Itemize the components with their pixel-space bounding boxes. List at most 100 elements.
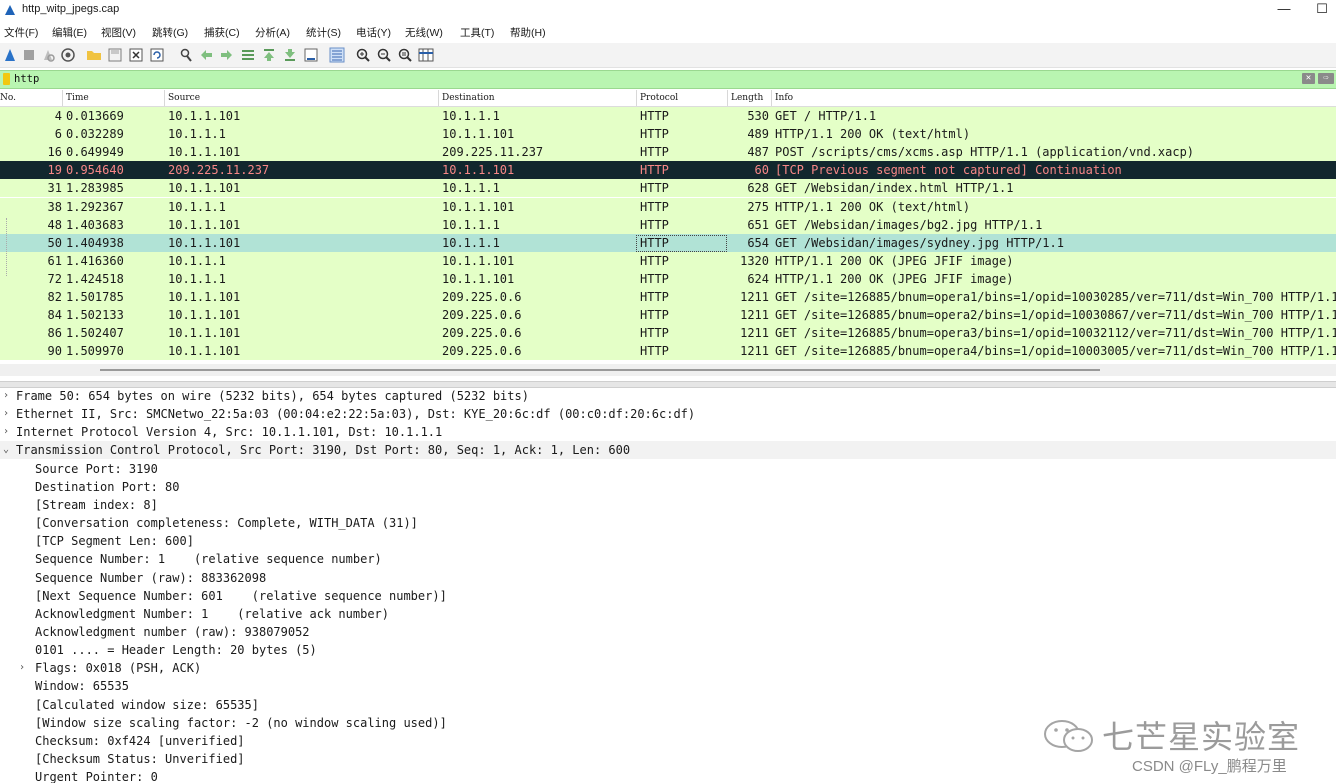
column-header-destination[interactable]: Destination — [442, 93, 495, 105]
packet-row[interactable]: 82 1.501785 10.1.1.101 209.225.0.6 HTTP 1211 G… — [0, 288, 1336, 306]
packet-cell-dst: 209.225.0.6 — [442, 290, 522, 304]
tcp-field-row[interactable]: › Flags: 0x018 (PSH, ACK) — [0, 659, 1336, 677]
packet-cell-len: 60 — [754, 163, 769, 178]
reload-file-icon[interactable] — [149, 47, 165, 63]
save-file-icon[interactable] — [107, 47, 123, 63]
packet-cell-time: 1.403683 — [66, 217, 124, 232]
menu-item[interactable]: 编辑(E) — [52, 25, 87, 40]
column-header-source[interactable]: Source — [168, 93, 200, 105]
column-separator[interactable] — [727, 90, 728, 106]
tcp-field-label: [Checksum Status: Unverified] — [35, 752, 245, 766]
normal-size-icon[interactable] — [397, 47, 413, 63]
window-title: http_witp_jpegs.cap — [22, 3, 120, 15]
menu-item[interactable]: 统计(S) — [306, 25, 341, 40]
packet-row[interactable]: 19 0.954640 209.225.11.237 10.1.1.101 HTTP 60… — [0, 161, 1336, 180]
go-to-packet-icon[interactable] — [240, 47, 256, 63]
menu-item[interactable]: 电话(Y) — [356, 25, 391, 40]
go-first-packet-icon[interactable] — [261, 47, 277, 63]
packet-row[interactable]: 50 1.404938 10.1.1.101 10.1.1.1 HTTP 654 GET /… — [0, 233, 1336, 252]
packet-row[interactable]: 6 0.032289 10.1.1.1 10.1.1.101 HTTP 489 HTTP/1… — [0, 125, 1336, 144]
menu-item[interactable]: 分析(A) — [255, 25, 290, 40]
scrollbar-thumb[interactable] — [100, 369, 1100, 371]
packet-cell-src: 10.1.1.101 — [168, 217, 241, 232]
auto-scroll-icon[interactable] — [303, 47, 319, 63]
expand-arrow-icon[interactable]: › — [17, 659, 27, 677]
packet-row[interactable]: 16 0.649949 10.1.1.101 209.225.11.237 HTTP 48… — [0, 143, 1336, 162]
find-packet-icon[interactable] — [178, 47, 194, 63]
menu-item[interactable]: 帮助(H) — [510, 25, 546, 40]
menu-item[interactable]: 文件(F) — [4, 25, 38, 40]
expand-arrow-icon[interactable]: › — [1, 423, 11, 441]
open-file-icon[interactable] — [86, 47, 102, 63]
zoom-out-icon[interactable] — [376, 47, 392, 63]
resize-columns-icon[interactable] — [418, 47, 434, 63]
packet-cell-info: GET /Websidan/images/bg2.jpg HTTP/1.1 — [775, 217, 1043, 232]
go-forward-icon[interactable] — [219, 47, 235, 63]
display-filter-input[interactable] — [14, 71, 1294, 87]
menu-item[interactable]: 跳转(G) — [152, 25, 188, 40]
tcp-field-row[interactable]: Source Port: 3190 — [0, 460, 1336, 478]
packet-row[interactable]: 4 0.013669 10.1.1.101 10.1.1.1 HTTP 530 GET / … — [0, 107, 1336, 125]
packet-cell-src: 10.1.1.101 — [168, 181, 241, 196]
column-separator[interactable] — [438, 90, 439, 106]
tcp-field-row[interactable]: [Calculated window size: 65535] — [0, 696, 1336, 714]
packet-row[interactable]: 48 1.403683 10.1.1.101 10.1.1.1 HTTP 651 GET /… — [0, 215, 1336, 234]
colorize-icon[interactable] — [329, 47, 345, 63]
restart-capture-icon[interactable] — [40, 47, 56, 63]
minimize-button[interactable]: — — [1270, 0, 1298, 20]
column-separator[interactable] — [164, 90, 165, 106]
zoom-in-icon[interactable] — [355, 47, 371, 63]
menu-item[interactable]: 无线(W) — [405, 25, 443, 40]
packet-cell-no: 4 — [54, 109, 62, 123]
tcp-field-row[interactable]: Sequence Number: 1 (relative sequence nu… — [0, 550, 1336, 568]
tcp-field-row[interactable]: [Conversation completeness: Complete, WI… — [0, 514, 1336, 532]
packet-cell-dst: 209.225.0.6 — [442, 308, 522, 323]
packet-row[interactable]: 31 1.283985 10.1.1.101 10.1.1.1 HTTP 628 GET /… — [0, 179, 1336, 198]
packet-row[interactable]: 90 1.509970 10.1.1.101 209.225.0.6 HTTP 1211 G… — [0, 342, 1336, 361]
close-file-icon[interactable] — [128, 47, 144, 63]
packet-cell-src: 10.1.1.1 — [168, 253, 226, 268]
column-header-time[interactable]: Time — [66, 93, 89, 105]
menu-item[interactable]: 工具(T) — [460, 25, 494, 40]
column-header-no[interactable]: No. — [0, 93, 16, 105]
maximize-button[interactable]: ☐ — [1308, 0, 1336, 20]
column-header-protocol[interactable]: Protocol — [640, 93, 678, 105]
clear-filter-button[interactable]: ✕ — [1302, 73, 1315, 84]
go-last-packet-icon[interactable] — [282, 47, 298, 63]
column-header-length[interactable]: Length — [731, 93, 763, 105]
apply-filter-button[interactable]: ⇨ — [1318, 73, 1334, 84]
tcp-field-label: Sequence Number: 1 (relative sequence nu… — [35, 552, 382, 567]
packet-row[interactable]: 61 1.416360 10.1.1.1 10.1.1.101 HTTP 1320 HTTP… — [0, 251, 1336, 270]
tcp-field-row[interactable]: Destination Port: 80 — [0, 478, 1336, 496]
tcp-field-row[interactable]: Acknowledgment Number: 1 (relative ack n… — [0, 605, 1336, 623]
packet-row[interactable]: 38 1.292367 10.1.1.1 10.1.1.101 HTTP 275 HTTP/… — [0, 197, 1336, 216]
bookmark-icon[interactable] — [3, 73, 10, 85]
packet-row[interactable]: 72 1.424518 10.1.1.1 10.1.1.101 HTTP 624 HTTP/… — [0, 269, 1336, 288]
packet-list-horizontal-scrollbar[interactable] — [0, 364, 1336, 376]
go-back-icon[interactable] — [198, 47, 214, 63]
detail-node-label: Internet Protocol Version 4, Src: 10.1.1… — [16, 425, 443, 440]
tcp-field-row[interactable]: Acknowledgment number (raw): 938079052 — [0, 623, 1336, 641]
expand-arrow-icon[interactable]: › — [1, 387, 11, 405]
menu-item[interactable]: 视图(V) — [101, 25, 136, 40]
column-separator[interactable] — [636, 90, 637, 106]
start-capture-icon[interactable] — [2, 47, 18, 63]
stop-capture-icon[interactable] — [21, 47, 37, 63]
tcp-field-row[interactable]: Sequence Number (raw): 883362098 — [0, 569, 1336, 587]
tcp-field-row[interactable]: [TCP Segment Len: 600] — [0, 532, 1336, 550]
tcp-field-row[interactable]: [Next Sequence Number: 601 (relative seq… — [0, 587, 1336, 605]
tcp-field-row[interactable]: 0101 .... = Header Length: 20 bytes (5) — [0, 641, 1336, 659]
tcp-field-row[interactable]: [Stream index: 8] — [0, 496, 1336, 514]
detail-tree-node[interactable]: ⌄ Transmission Control Protocol, Src Port… — [0, 441, 1336, 460]
column-separator[interactable] — [771, 90, 772, 106]
packet-cell-info: [TCP Previous segment not captured] Cont… — [775, 163, 1122, 178]
packet-row[interactable]: 86 1.502407 10.1.1.101 209.225.0.6 HTTP 1211 G… — [0, 324, 1336, 343]
capture-options-icon[interactable] — [60, 47, 76, 63]
tcp-field-row[interactable]: Window: 65535 — [0, 677, 1336, 695]
packet-row[interactable]: 84 1.502133 10.1.1.101 209.225.0.6 HTTP 1211 G… — [0, 306, 1336, 325]
column-separator[interactable] — [62, 90, 63, 106]
collapse-arrow-icon[interactable]: ⌄ — [1, 441, 11, 459]
menu-item[interactable]: 捕获(C) — [204, 25, 240, 40]
column-header-info[interactable]: Info — [775, 93, 793, 105]
expand-arrow-icon[interactable]: › — [1, 405, 11, 423]
